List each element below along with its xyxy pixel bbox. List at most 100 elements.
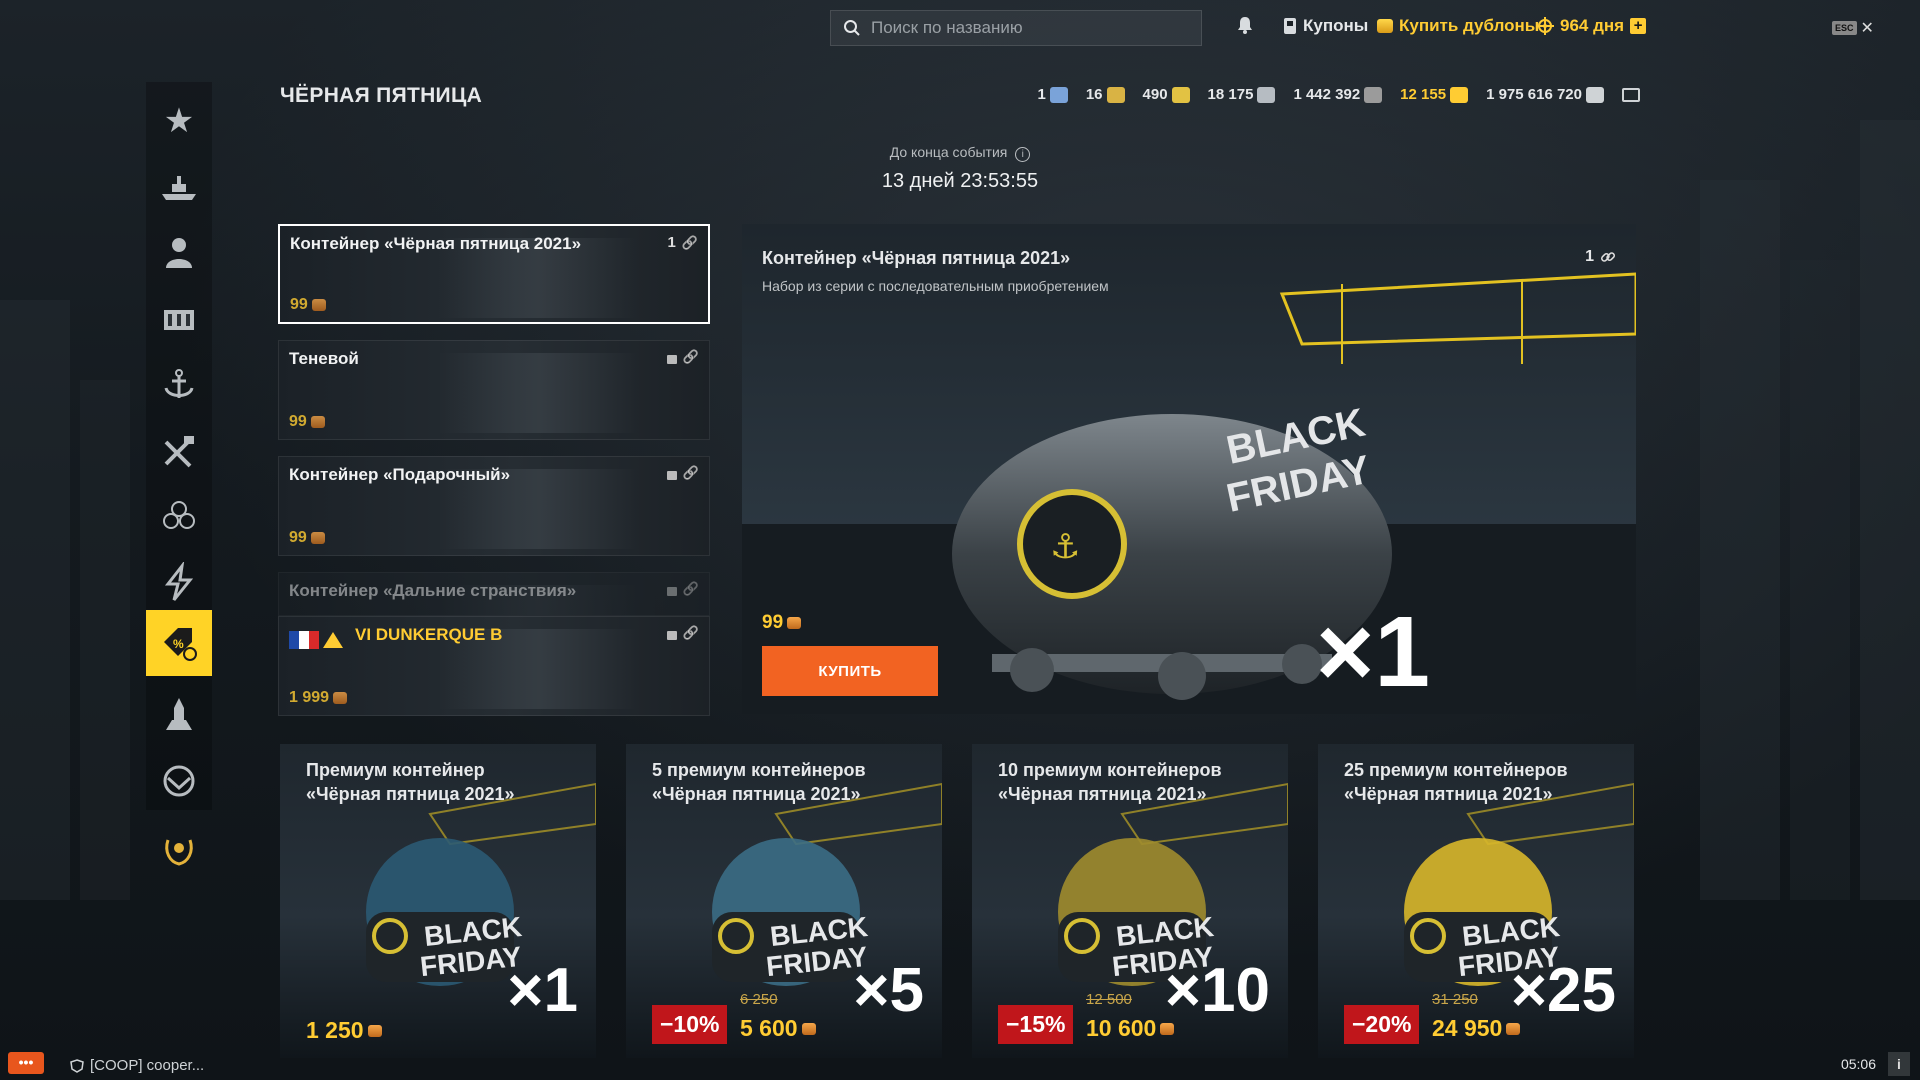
wallet-icon[interactable] xyxy=(1622,87,1640,102)
featured-multiplier: ×1 xyxy=(1315,596,1430,708)
info-icon[interactable]: i xyxy=(1015,147,1031,162)
sidebar-item-sales[interactable]: % xyxy=(146,610,212,676)
buy-doubloons-button[interactable]: Купить дублоны xyxy=(1377,16,1539,36)
link-icon xyxy=(1600,252,1616,262)
discount-badge: −10% xyxy=(652,1005,728,1044)
bundle-price: 10 600 xyxy=(1086,1015,1175,1042)
bundle-price: 24 950 xyxy=(1432,1015,1521,1042)
sidebar-item-featured[interactable]: ★ xyxy=(146,88,212,154)
bundle-title: 5 премиум контейнеров «Чёрная пятница 20… xyxy=(652,760,866,804)
chat-channel[interactable]: [COOP] cooper... xyxy=(70,1057,204,1074)
signal-flag-icon xyxy=(1106,86,1125,103)
resource-item: 1 xyxy=(1037,86,1068,103)
lock-icon xyxy=(666,470,677,480)
premium-bundle-card[interactable]: BLACK FRIDAY Премиум контейнер «Чёрная пят… xyxy=(280,744,596,1058)
lock-icon xyxy=(666,586,677,596)
sidebar-item-special[interactable] xyxy=(146,550,212,616)
svg-text:⚓: ⚓ xyxy=(1050,527,1080,567)
bundle-price: 5 600 xyxy=(740,1015,816,1042)
link-icon: 🔗 xyxy=(682,581,699,596)
star-icon: ★ xyxy=(163,102,195,140)
premium-bundle-card[interactable]: BLACK FRIDAY 25 премиум контейнеров «Чёрна… xyxy=(1318,744,1634,1058)
bundle-title: 10 премиум контейнеров «Чёрная пятница 2… xyxy=(998,760,1222,804)
bundle-list-item[interactable]: VI DUNKERQUE B 1 999 🔗 xyxy=(278,616,710,716)
sidebar-item-anchor[interactable] xyxy=(146,352,212,418)
sidebar-item-laurel[interactable] xyxy=(146,818,212,884)
timer-label: До конца события i xyxy=(840,144,1080,162)
credits-icon xyxy=(1586,86,1604,103)
bundle-list-price: 1 999 xyxy=(289,689,348,707)
resource-item: 1 975 616 720 xyxy=(1486,86,1604,103)
sidebar-item-upgrades[interactable] xyxy=(146,418,212,484)
bundle-multiplier: ×10 xyxy=(1164,956,1270,1025)
steel-icon xyxy=(1257,86,1276,103)
buy-doubloons-label: Купить дублоны xyxy=(1399,16,1540,35)
resource-item: 12 155 xyxy=(1400,86,1469,103)
close-button[interactable]: ESC ✕ xyxy=(1832,18,1874,38)
doubloon-icon xyxy=(1450,86,1469,103)
bundle-thumbnail xyxy=(439,353,639,433)
bundle-list-title: Теневой xyxy=(289,349,359,368)
featured-price: 99 xyxy=(762,612,802,634)
bundle-list-status: 🔗 xyxy=(666,349,699,365)
search-box[interactable] xyxy=(830,10,1202,46)
bundle-multiplier: ×25 xyxy=(1510,956,1616,1025)
bundle-list-status: 🔗 xyxy=(666,465,699,481)
notifications-button[interactable] xyxy=(1237,16,1253,34)
flower-icon xyxy=(163,501,195,529)
bundle-list-title: VI DUNKERQUE B xyxy=(355,625,503,644)
top-bar: Купоны Купить дублоны 964 дня + ESC ✕ xyxy=(0,10,1920,46)
bundle-list-status: 1 🔗 xyxy=(667,234,698,251)
add-premium-icon[interactable]: + xyxy=(1630,18,1647,34)
featured-title: Контейнер «Чёрная пятница 2021» xyxy=(762,248,1071,268)
bell-icon xyxy=(1238,17,1252,34)
premium-helm-icon xyxy=(1536,17,1554,35)
category-sidebar: ★ % xyxy=(146,82,212,810)
coupon-icon xyxy=(1284,18,1296,34)
resource-item: 1 442 392 xyxy=(1293,86,1383,103)
lock-icon xyxy=(666,354,677,364)
featured-bundle-panel: ⚓ BLACK FRIDAY Контейнер «Чёрная пятница… xyxy=(742,224,1636,714)
buy-button[interactable]: КУПИТЬ xyxy=(762,646,938,696)
lock-icon xyxy=(666,630,677,640)
coupons-button[interactable]: Купоны xyxy=(1283,16,1368,36)
bundle-list-item[interactable]: Контейнер «Подарочный» 99 🔗 xyxy=(278,456,710,556)
bundle-list-item[interactable]: Контейнер «Чёрная пятница 2021» 99 1 🔗 xyxy=(278,224,710,324)
bundle-list-status: 🔗 xyxy=(666,581,699,597)
hammer-wrench-icon xyxy=(164,436,194,468)
discount-badge: −20% xyxy=(1344,1005,1420,1044)
bundle-list-price: 99 xyxy=(289,529,325,547)
premium-bundle-card[interactable]: BLACK FRIDAY 10 премиум контейнеров «Чёрна… xyxy=(972,744,1288,1058)
doubloon-icon xyxy=(787,617,802,629)
camo-icon xyxy=(1049,86,1068,103)
premium-account-button[interactable]: 964 дня + xyxy=(1536,16,1647,36)
bundle-multiplier: ×5 xyxy=(853,956,924,1025)
sidebar-item-clan[interactable] xyxy=(146,748,212,814)
sidebar-item-containers[interactable] xyxy=(146,484,212,550)
bundle-list-item[interactable]: Контейнер «Дальние странствия» 🔗 xyxy=(278,572,710,616)
old-price: 12 500 xyxy=(1086,991,1132,1008)
bundle-title: Премиум контейнер «Чёрная пятница 2021» xyxy=(306,760,515,804)
chat-button[interactable]: ••• xyxy=(8,1052,44,1074)
event-timer: До конца события i 13 дней 23:53:55 xyxy=(840,144,1080,193)
resource-item: 490 xyxy=(1143,86,1190,103)
info-button[interactable]: i xyxy=(1888,1052,1910,1076)
bundle-title: 25 премиум контейнеров «Чёрная пятница 2… xyxy=(1344,760,1568,804)
bundle-list-status: 🔗 xyxy=(666,625,699,641)
sidebar-item-commanders[interactable] xyxy=(146,220,212,286)
resource-bar: 1 16 490 18 175 1 442 392 12 155 1 975 616 720 xyxy=(1037,86,1640,103)
sidebar-item-camouflage[interactable] xyxy=(146,682,212,748)
search-input[interactable] xyxy=(871,18,1191,38)
sidebar-item-ships[interactable] xyxy=(146,154,212,220)
old-price: 6 250 xyxy=(740,991,778,1008)
bundle-list-item[interactable]: Теневой 99 🔗 xyxy=(278,340,710,440)
clan-shield-icon xyxy=(70,1058,84,1073)
ship-icon xyxy=(162,176,196,200)
doubloon-icon xyxy=(311,299,326,311)
premium-bundle-card[interactable]: BLACK FRIDAY 5 премиум контейнеров «Чёрная… xyxy=(626,744,942,1058)
link-icon: 🔗 xyxy=(681,234,698,250)
sidebar-item-resources[interactable] xyxy=(146,286,212,352)
price-tag-icon: % xyxy=(164,628,197,661)
search-icon xyxy=(844,20,860,36)
featured-series-count: 1 xyxy=(1585,248,1616,266)
